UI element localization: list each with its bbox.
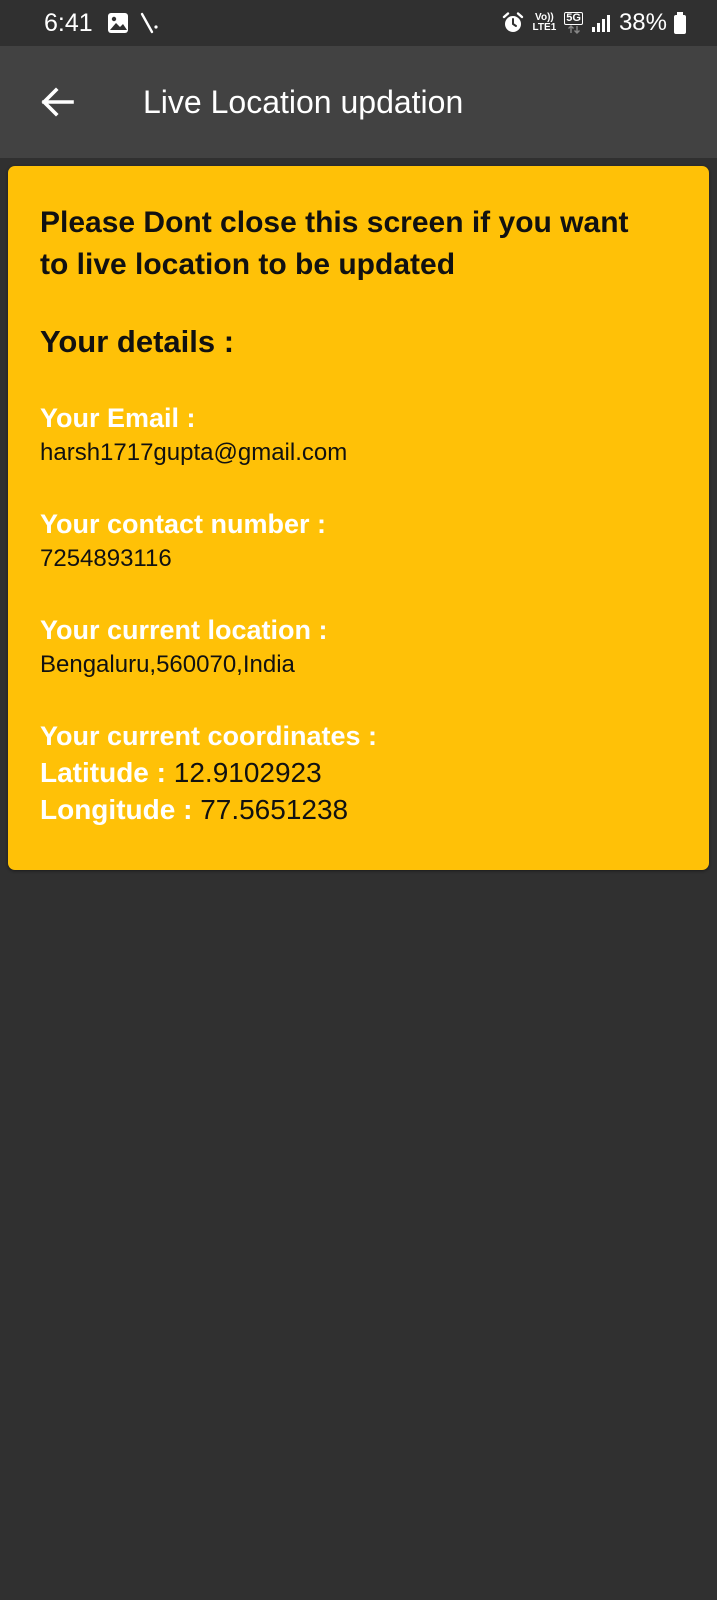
network-bottom-text: LTE1 [532,22,557,33]
battery-icon [673,11,687,35]
status-bar: 6:41 Vo)) LTE1 5G 38% [0,0,717,46]
cell-signal-icon [591,13,611,33]
volte-icon: Vo)) LTE1 [533,13,557,33]
email-section: Your Email : harsh1717gupta@gmail.com [40,400,677,470]
contact-label: Your contact number : [40,509,327,539]
location-section: Your current location : Bengaluru,560070… [40,612,677,682]
warning-message: Please Dont close this screen if you wan… [40,206,629,281]
battery-percentage: 38% [618,9,667,36]
contact-value: 7254893116 [40,545,172,572]
location-label: Your current location : [40,615,328,645]
latitude-row: Latitude : 12.9102923 [40,754,677,791]
email-value: harsh1717gupta@gmail.com [40,439,348,466]
details-card: Please Dont close this screen if you wan… [8,166,709,870]
longitude-value: 77.5651238 [200,794,349,825]
status-right: Vo)) LTE1 5G 38% [501,9,687,37]
coordinates-section: Your current coordinates : Latitude : 12… [40,718,677,828]
details-heading: Your details : [40,324,235,359]
longitude-label: Longitude : [40,794,201,825]
coordinates-label: Your current coordinates : [40,721,378,751]
alarm-icon [501,11,525,35]
location-value: Bengaluru,560070,India [40,651,295,678]
network-5g-label: 5G [564,12,583,25]
status-time: 6:41 [44,8,93,37]
arrow-back-icon [41,87,74,117]
contact-section: Your contact number : 7254893116 [40,506,677,576]
gallery-icon [107,12,129,34]
network-5g-icon: 5G [564,12,583,34]
latitude-value: 12.9102923 [173,757,322,788]
email-label: Your Email : [40,403,196,433]
back-button[interactable] [37,82,77,122]
page-title: Live Location updation [143,83,464,120]
data-arrows-icon [567,25,580,34]
latitude-label: Latitude : [40,757,174,788]
status-left: 6:41 [44,9,169,38]
longitude-row: Longitude : 77.5651238 [40,791,677,828]
signal-slash-icon [139,11,159,35]
app-bar: Live Location updation [0,46,717,158]
